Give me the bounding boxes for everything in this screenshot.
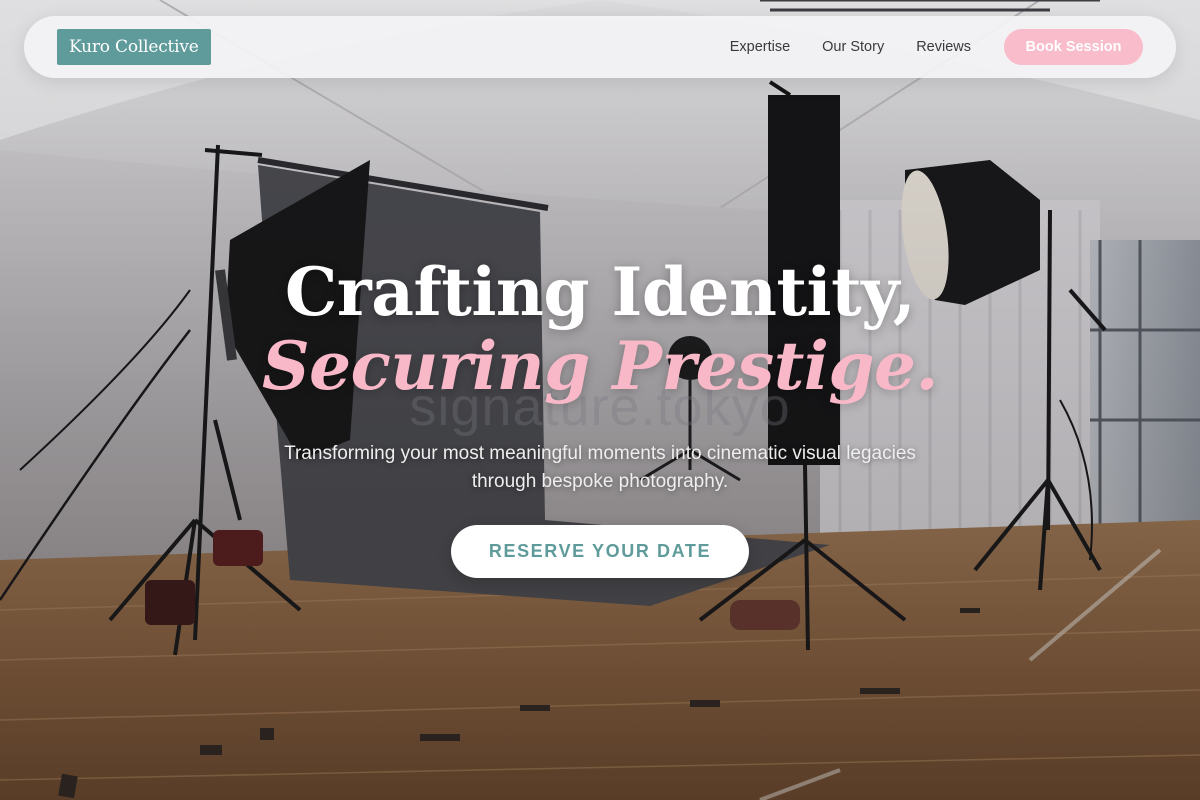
book-session-button[interactable]: Book Session [1004,29,1143,65]
nav-links: Expertise Our Story Reviews [730,39,971,55]
brand-logo[interactable]: Kuro Collective [57,29,211,65]
hero-subheadline: Transforming your most meaningful moment… [284,443,916,492]
top-navigation-bar: Kuro Collective Expertise Our Story Revi… [24,16,1176,78]
nav-link-our-story[interactable]: Our Story [822,39,884,55]
reserve-your-date-button[interactable]: RESERVE YOUR DATE [451,525,749,578]
nav-link-reviews[interactable]: Reviews [916,39,971,55]
hero-section: Crafting Identity, Securing Prestige. Tr… [0,250,1200,578]
headline-line-2: Securing Prestige. [261,327,939,405]
hero-headline: Crafting Identity, Securing Prestige. [0,250,1200,405]
nav-link-expertise[interactable]: Expertise [730,39,790,55]
headline-line-1: Crafting Identity, [284,253,916,331]
